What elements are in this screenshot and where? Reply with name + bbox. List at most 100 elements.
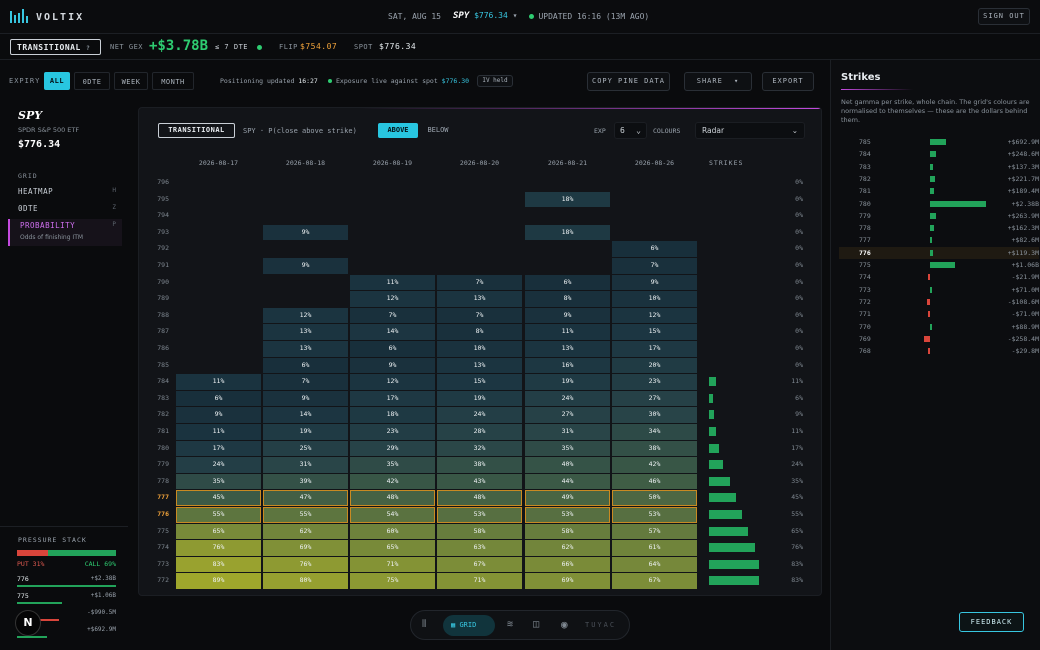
grid-cell[interactable]: 60% — [350, 523, 435, 540]
share-button[interactable]: SHARE ▾ — [684, 72, 752, 91]
grid-cell[interactable]: 35% — [176, 473, 261, 490]
grid-cell[interactable]: 11% — [176, 424, 261, 440]
grid-cell[interactable]: 35% — [350, 457, 435, 473]
grid-cell[interactable]: 13% — [263, 341, 348, 357]
grid-cell[interactable]: 13% — [263, 324, 348, 340]
strike-row[interactable]: 781 +$189.4M — [839, 185, 1039, 197]
grid-cell[interactable]: 25% — [263, 440, 348, 457]
grid-cell[interactable]: 39% — [263, 473, 348, 490]
export-button[interactable]: EXPORT — [762, 72, 814, 91]
grid-cell[interactable]: 38% — [437, 457, 522, 473]
strike-row[interactable]: 779 +$263.9M — [839, 210, 1039, 222]
grid-cell[interactable]: 6% — [612, 241, 697, 257]
grid-cell[interactable]: 47% — [263, 490, 348, 506]
grid-cell[interactable]: 23% — [350, 424, 435, 440]
grid-cell[interactable]: 9% — [176, 407, 261, 423]
grid-cell[interactable]: 67% — [612, 573, 697, 589]
grid-cell[interactable]: 17% — [176, 440, 261, 457]
grid-cell[interactable]: 65% — [350, 540, 435, 556]
grid-cell[interactable]: 76% — [263, 556, 348, 573]
colours-select[interactable]: Radar ⌄ — [695, 122, 805, 139]
grid-cell[interactable]: 89% — [176, 573, 261, 589]
grid-cell[interactable]: 9% — [525, 307, 610, 324]
grid-cell[interactable]: 65% — [176, 523, 261, 540]
grid-cell[interactable]: 15% — [612, 324, 697, 340]
grid-cell[interactable]: 44% — [525, 473, 610, 490]
grid-cell[interactable]: 83% — [176, 556, 261, 573]
grid-cell[interactable]: 7% — [437, 274, 522, 291]
grid-cell[interactable]: 6% — [525, 274, 610, 291]
grid-cell[interactable]: 53% — [612, 507, 697, 523]
grid-cell[interactable]: 48% — [350, 490, 435, 506]
strike-row[interactable]: 770 +$88.9M — [839, 321, 1039, 333]
strike-row[interactable]: 776 +$119.3M — [839, 246, 1039, 259]
strike-row[interactable]: 772 -$108.6M — [839, 296, 1039, 308]
grid-cell[interactable]: 9% — [263, 224, 348, 241]
grid-cell[interactable]: 63% — [437, 540, 522, 556]
grid-cell[interactable]: 48% — [437, 490, 522, 506]
grid-cell[interactable]: 6% — [263, 357, 348, 374]
exp-select[interactable]: 6 ⌄ — [614, 122, 647, 139]
nav-item-probability[interactable]: PROBABILITY P Odds of finishing ITM — [8, 219, 122, 246]
grid-cell[interactable]: 31% — [263, 457, 348, 473]
grid-cell[interactable]: 42% — [350, 473, 435, 490]
grid-cell[interactable]: 6% — [176, 390, 261, 407]
grid-cell[interactable]: 24% — [525, 390, 610, 407]
grid-cell[interactable]: 11% — [350, 274, 435, 291]
grid-cell[interactable]: 66% — [525, 556, 610, 573]
grid-cell[interactable]: 69% — [525, 573, 610, 589]
grid-cell[interactable]: 69% — [263, 540, 348, 556]
grid-cell[interactable]: 38% — [612, 440, 697, 457]
grid-cell[interactable]: 49% — [525, 490, 610, 506]
strike-row[interactable]: 774 -$21.9M — [839, 271, 1039, 283]
grid-cell[interactable]: 8% — [525, 291, 610, 307]
grid-cell[interactable]: 24% — [437, 407, 522, 423]
above-toggle[interactable]: ABOVE — [378, 123, 418, 138]
grid-cell[interactable]: 32% — [437, 440, 522, 457]
grid-cell[interactable]: 16% — [525, 357, 610, 374]
grid-cell[interactable]: 54% — [350, 507, 435, 523]
grid-cell[interactable]: 30% — [612, 407, 697, 423]
grid-cell[interactable]: 7% — [263, 374, 348, 390]
grid-cell[interactable]: 76% — [176, 540, 261, 556]
regime-badge[interactable]: TRANSITIONAL ? — [10, 39, 101, 55]
grid-cell[interactable]: 61% — [612, 540, 697, 556]
grid-nav-button[interactable]: ▦ GRID — [443, 615, 495, 636]
copy-pine-data-button[interactable]: COPY PINE DATA — [587, 72, 670, 91]
grid-cell[interactable]: 55% — [263, 507, 348, 523]
grid-cell[interactable]: 29% — [350, 440, 435, 457]
grid-cell[interactable]: 7% — [437, 307, 522, 324]
grid-cell[interactable]: 27% — [525, 407, 610, 423]
grid-cell[interactable]: 18% — [525, 224, 610, 241]
nav-item-heatmap[interactable]: HEATMAP H — [8, 185, 122, 200]
grid-cell[interactable]: 24% — [176, 457, 261, 473]
grid-cell[interactable]: 6% — [350, 341, 435, 357]
grid-cell[interactable]: 10% — [437, 341, 522, 357]
grid-cell[interactable]: 7% — [612, 258, 697, 274]
user-icon[interactable]: ◉ — [561, 618, 568, 631]
grid-cell[interactable]: 34% — [612, 424, 697, 440]
grid-cell[interactable]: 13% — [525, 341, 610, 357]
grid-cell[interactable]: 12% — [263, 307, 348, 324]
grid-cell[interactable]: 15% — [437, 374, 522, 390]
strike-row[interactable]: 780 +$2.38B — [839, 198, 1039, 210]
strike-row[interactable]: 782 +$221.7M — [839, 173, 1039, 185]
grid-cell[interactable]: 31% — [525, 424, 610, 440]
strike-row[interactable]: 773 +$71.0M — [839, 284, 1039, 296]
share-chevron-icon[interactable]: ▾ — [734, 77, 739, 85]
grid-cell[interactable]: 57% — [612, 523, 697, 540]
grid-cell[interactable]: 75% — [350, 573, 435, 589]
tab-expiry-0dte[interactable]: 0DTE — [74, 72, 110, 90]
chart-icon[interactable]: ⫴ — [422, 619, 426, 630]
grid-cell[interactable]: 9% — [612, 274, 697, 291]
book-icon[interactable]: ◫ — [533, 619, 539, 630]
grid-cell[interactable]: 12% — [350, 291, 435, 307]
grid-cell[interactable]: 62% — [525, 540, 610, 556]
grid-cell[interactable]: 80% — [263, 573, 348, 589]
grid-cell[interactable]: 9% — [263, 390, 348, 407]
grid-cell[interactable]: 17% — [350, 390, 435, 407]
grid-cell[interactable]: 45% — [176, 490, 261, 506]
grid-cell[interactable]: 11% — [525, 324, 610, 340]
grid-cell[interactable]: 55% — [176, 507, 261, 523]
grid-cell[interactable]: 17% — [612, 341, 697, 357]
